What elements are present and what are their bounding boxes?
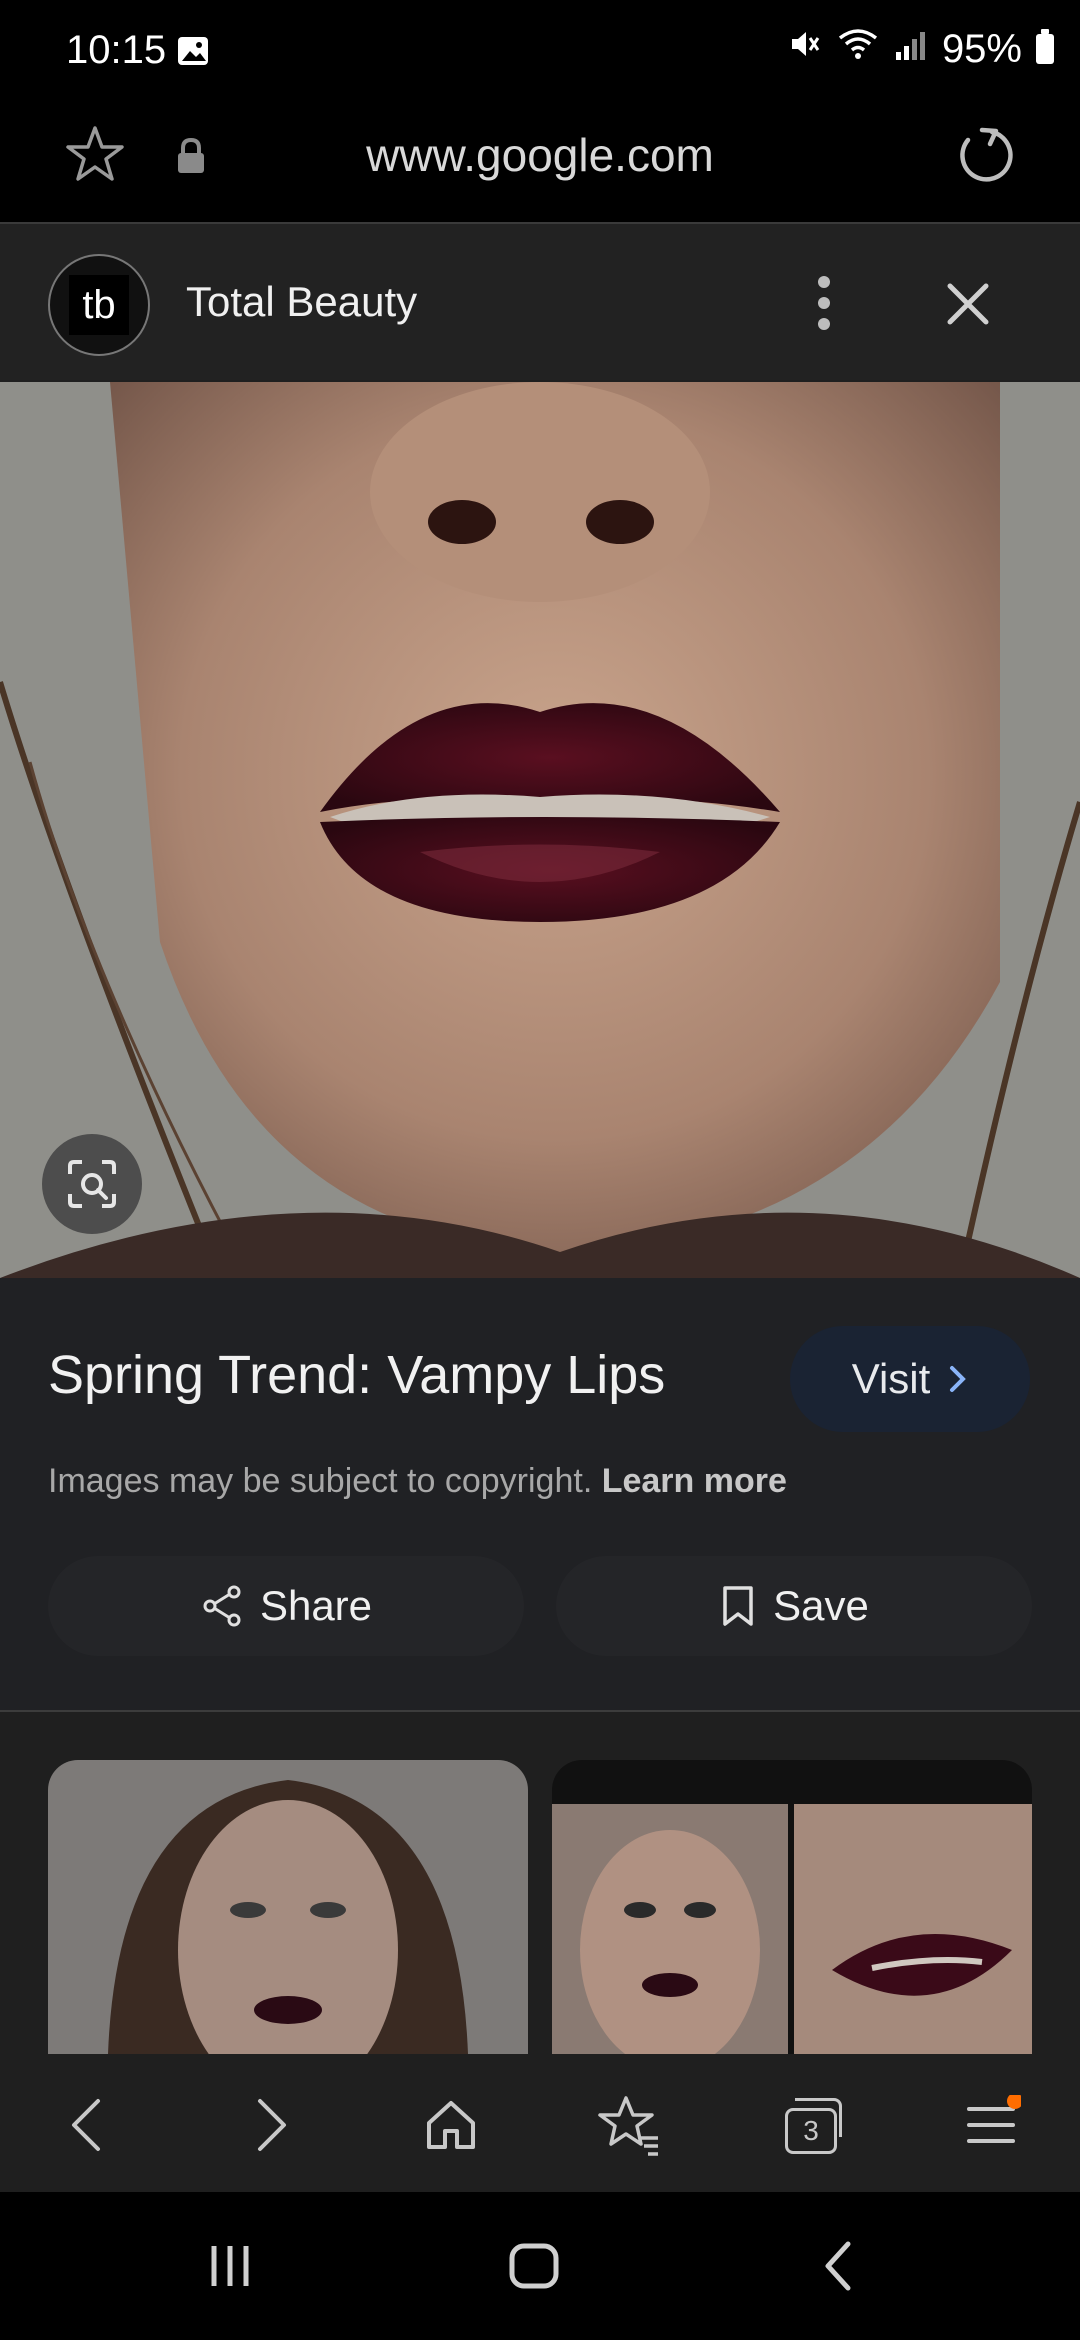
related-image-thumbnail[interactable] (552, 1760, 1032, 2054)
source-name[interactable]: Total Beauty (186, 278, 417, 326)
recent-apps-icon[interactable] (200, 2236, 260, 2301)
copyright-text: Images may be subject to copyright. (48, 1462, 593, 1500)
related-image-thumbnail[interactable] (48, 1760, 528, 2054)
status-icons: 95% (786, 26, 1054, 72)
main-image[interactable] (0, 382, 1080, 1278)
source-logo-text: tb (69, 275, 129, 335)
lens-icon (68, 1160, 116, 1208)
back-icon[interactable] (42, 2080, 132, 2170)
copyright-notice: Images may be subject to copyright. Lear… (48, 1462, 787, 1501)
chevron-right-icon (950, 1366, 967, 1392)
image-title[interactable]: Spring Trend: Vampy Lips (48, 1344, 665, 1406)
browser-bottom-bar (0, 2054, 1080, 2192)
menu-icon[interactable] (946, 2080, 1036, 2170)
save-label: Save (773, 1582, 869, 1629)
source-header (0, 224, 1080, 380)
bookmarks-icon[interactable] (584, 2080, 674, 2170)
wifi-icon (836, 26, 880, 72)
signal-icon (894, 27, 928, 72)
lens-search-button[interactable] (42, 1134, 142, 1234)
source-logo[interactable]: tb (48, 254, 150, 356)
url-text[interactable]: www.google.com (0, 128, 1080, 182)
bookmark-icon (723, 1586, 753, 1626)
home-icon[interactable] (406, 2080, 496, 2170)
reload-icon[interactable] (952, 122, 1018, 193)
battery-icon (1036, 29, 1054, 64)
share-label: Share (259, 1582, 373, 1629)
share-button[interactable]: Share (48, 1556, 524, 1656)
back-nav-icon[interactable] (810, 2236, 870, 2301)
home-nav-icon[interactable] (504, 2236, 564, 2301)
status-time: 10:15 (66, 28, 167, 72)
visit-label: Visit (851, 1355, 931, 1402)
learn-more-link[interactable]: Learn more (602, 1462, 787, 1500)
tabs-icon[interactable]: 3 (766, 2080, 856, 2170)
forward-icon[interactable] (226, 2080, 316, 2170)
more-options-icon[interactable] (800, 270, 848, 341)
share-icon (203, 1585, 241, 1627)
gallery-notification-icon (176, 34, 210, 73)
close-icon[interactable] (936, 272, 1000, 341)
mute-icon (786, 26, 822, 72)
visit-button[interactable]: Visit (790, 1326, 1030, 1432)
battery-text: 95% (941, 26, 1022, 71)
save-button[interactable]: Save (556, 1556, 1032, 1656)
